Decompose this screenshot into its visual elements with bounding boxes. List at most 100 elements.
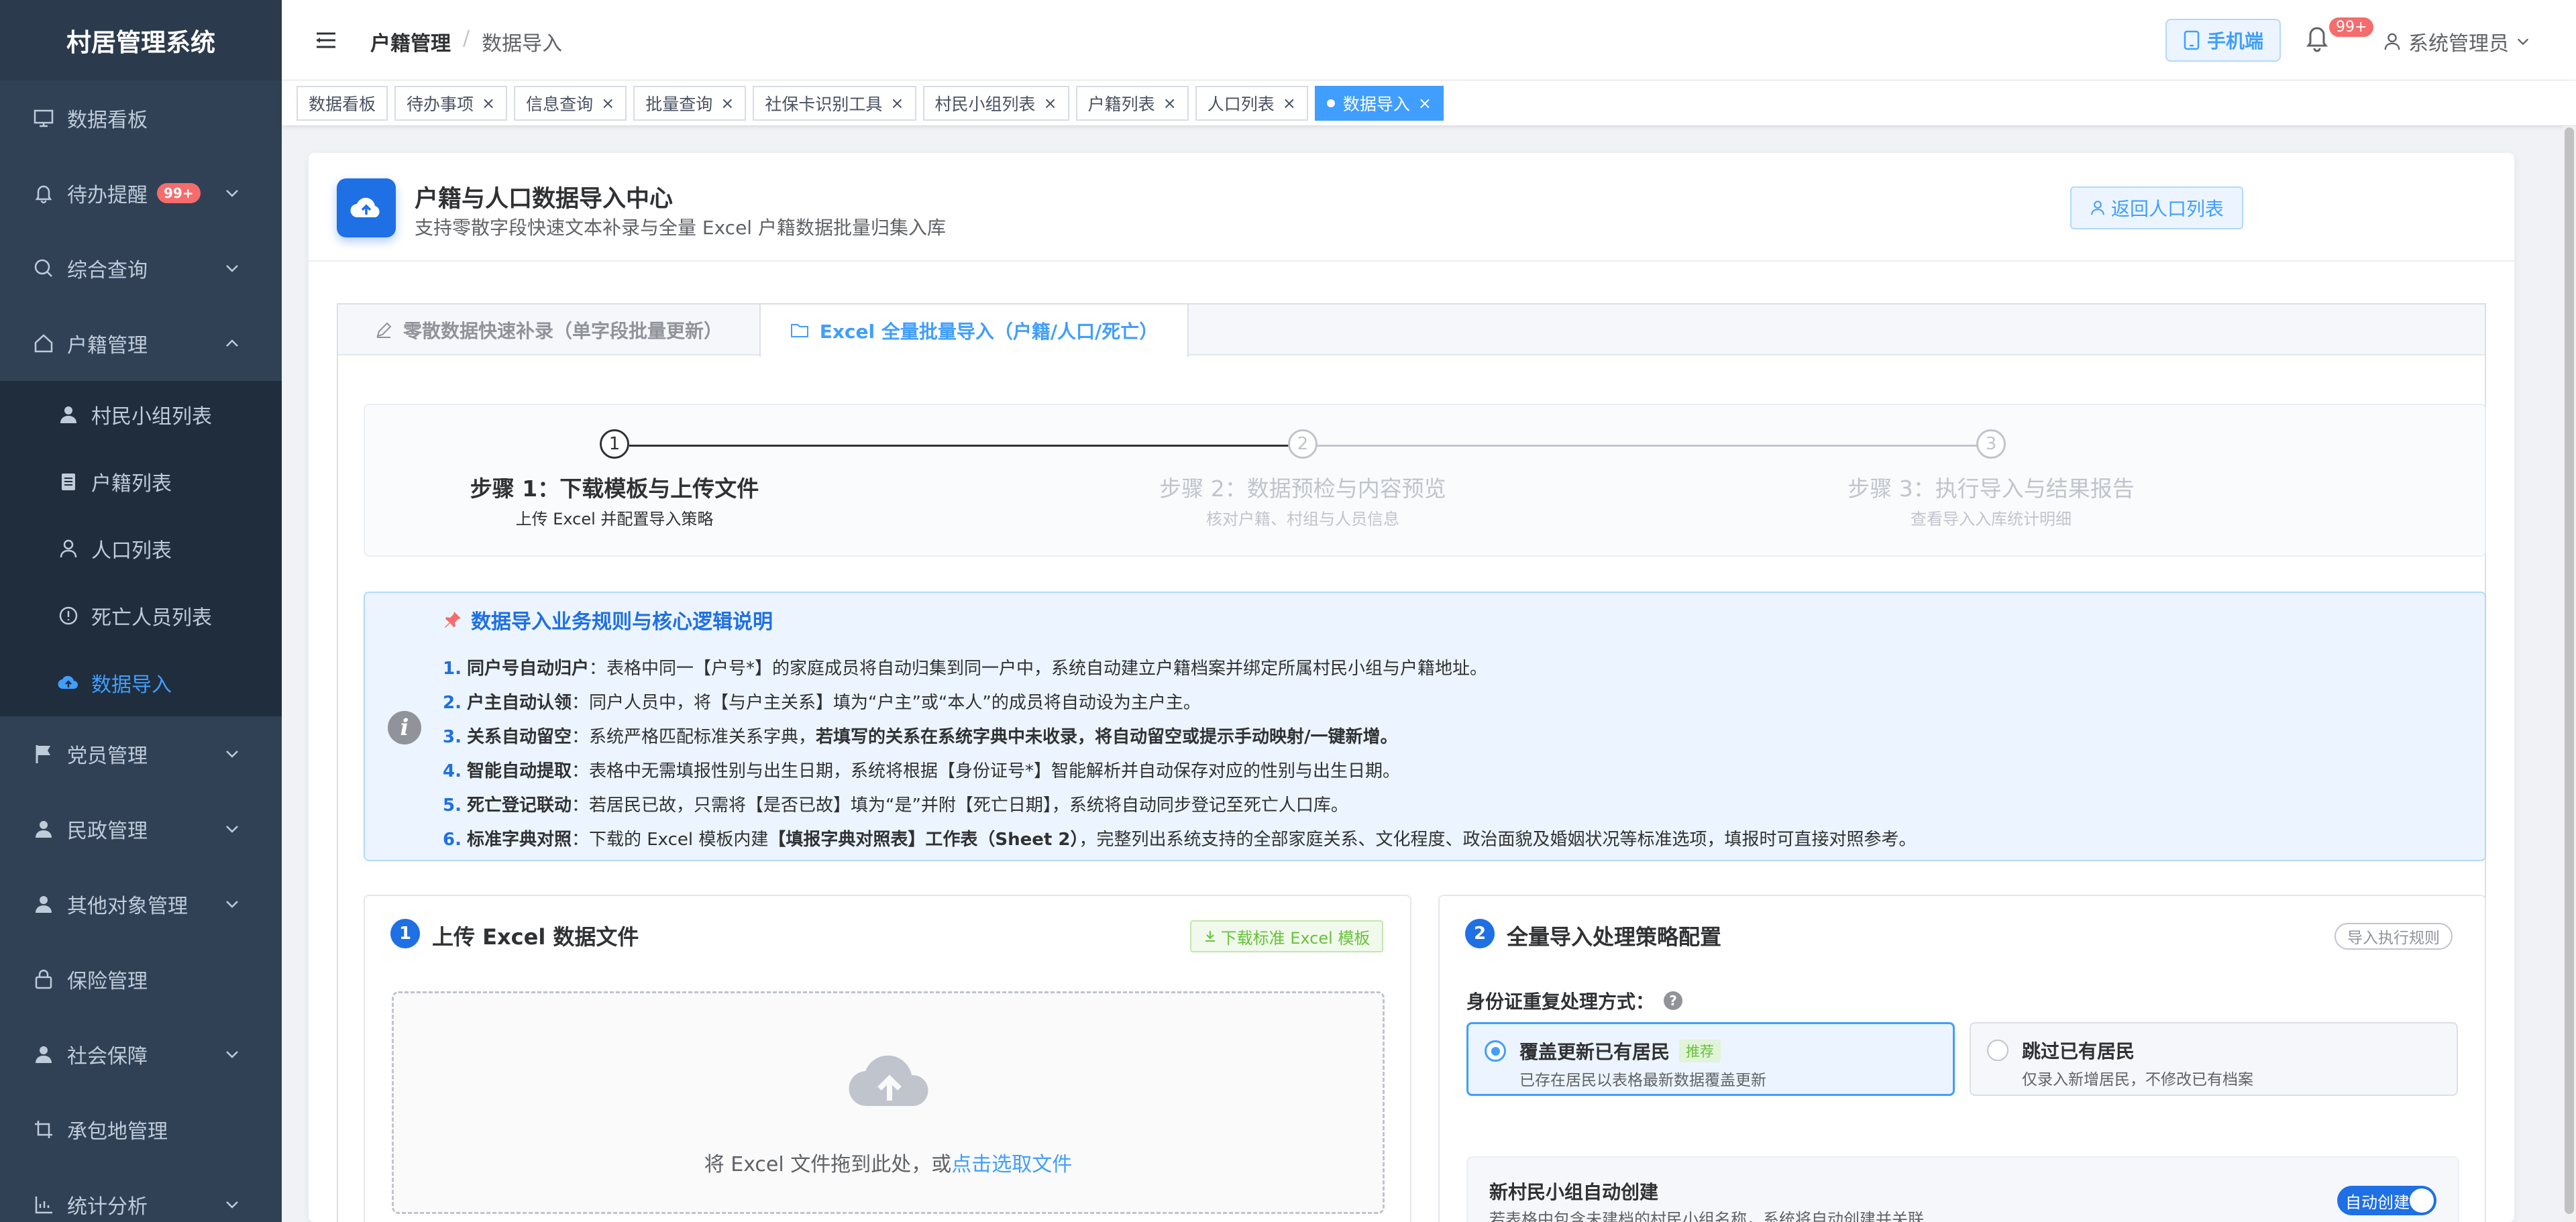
app-root: 村居管理系统 数据看板 待办提醒 99+ 综合查询 户籍管理 村民小组列表 户籍… [0,0,2576,1222]
radio-unselected[interactable] [1987,1040,2008,1061]
main-panel: 户籍与人口数据导入中心 支持零散字段快速文本补录与全量 Excel 户籍数据批量… [309,153,2514,1222]
user-outline-icon [2091,201,2104,215]
chevron-down-icon [226,826,238,833]
rule-body: ：表格中无需填报性别与出生日期，系统将根据【身份证号*】智能解析并自动保存对应的… [571,761,1400,781]
chevron-down-icon [226,265,238,272]
tag-ssc-tool[interactable]: 社保卡识别工具 × [753,86,916,121]
close-icon[interactable]: × [482,94,495,113]
close-icon[interactable]: × [601,94,614,113]
tag-batch-query[interactable]: 批量查询 × [633,86,747,121]
radio-selected[interactable] [1485,1040,1506,1062]
tag-village-groups[interactable]: 村民小组列表 × [922,86,1069,121]
sidebar-item-other-objects[interactable]: 其他对象管理 [0,867,282,942]
menu-toggle-icon[interactable] [314,28,338,52]
import-tabs: 零散数据快速补录（单字段批量更新） Excel 全量批量导入（户籍/人口/死亡）… [337,303,2486,1222]
sidebar-item-party[interactable]: 党员管理 [0,716,282,791]
help-icon[interactable]: ? [1664,991,1683,1010]
tag-population-list[interactable]: 人口列表 × [1195,86,1308,121]
tag-label: 信息查询 [526,95,594,114]
import-rules-alert: i 数据导入业务规则与核心逻辑说明 1. 同户号自动归户：表格中同一【户号*】的家… [364,592,2486,861]
duplicate-id-label-text: 身份证重复处理方式： [1466,991,1655,1013]
rule-item: 5. 死亡登记联动：若居民已故，只需将【是否已故】填为“是”并附【死亡日期】，系统… [443,791,1348,816]
sidebar-item-social-security[interactable]: 社会保障 [0,1017,282,1092]
rule-number: 6. [443,830,462,850]
tag-label: 数据导入 [1342,95,1410,114]
auto-create-switch[interactable]: 自动创建 [2337,1186,2436,1215]
page-scrollbar-thumb[interactable] [2565,127,2574,1214]
sidebar-subitem-deceased-list[interactable]: 死亡人员列表 [0,582,282,649]
tag-household-list[interactable]: 户籍列表 × [1075,86,1189,121]
close-icon[interactable]: × [890,94,904,113]
breadcrumb-item-current: 数据导入 [482,32,563,56]
chart-icon [32,1193,55,1216]
sidebar-subitem-label: 村民小组列表 [91,405,212,429]
sidebar-item-todo[interactable]: 待办提醒 99+ [0,156,282,231]
tab-quick-supplement[interactable]: 零散数据快速补录（单字段批量更新） [338,304,759,355]
close-icon[interactable]: × [1418,94,1432,113]
sidebar-item-contract-land[interactable]: 承包地管理 [0,1092,282,1167]
sidebar-item-label: 待办提醒 [67,184,148,207]
sidebar-item-label: 社会保障 [67,1045,148,1068]
strategy-card: 2 全量导入处理策略配置 导入执行规则 身份证重复处理方式： ? 覆盖更新已有居… [1438,895,2486,1222]
rule-item: 6. 标准字典对照：下载的 Excel 模板内建【填报字典对照表】工作表（Shee… [443,826,1916,850]
option-title: 跳过已有居民 [2022,1037,2135,1064]
tag-dashboard[interactable]: 数据看板 [297,86,388,121]
back-to-population-button[interactable]: 返回人口列表 [2070,186,2243,229]
rule-body: ：系统严格匹配标准关系字典， [571,727,816,747]
user-menu[interactable]: 系统管理员 [2383,27,2530,56]
sidebar-item-label: 数据看板 [67,109,148,132]
sidebar-subitem-household-list[interactable]: 户籍列表 [0,448,282,515]
sidebar-subitem-population-list[interactable]: 人口列表 [0,515,282,582]
page-title: 户籍与人口数据导入中心 [415,186,674,213]
sidebar-subitem-data-import[interactable]: 数据导入 [0,649,282,716]
rule-item: 1. 同户号自动归户：表格中同一【户号*】的家庭成员将自动归集到同一户中，系统自动… [443,655,1487,679]
step-desc: 查看导入入库统计明细 [1911,510,2072,529]
tab-excel-import[interactable]: Excel 全量批量导入（户籍/人口/死亡） [759,304,1189,357]
rules-title-text: 数据导入业务规则与核心逻辑说明 [471,610,773,634]
sidebar-subitem-village-groups[interactable]: 村民小组列表 [0,381,282,448]
sidebar-item-query[interactable]: 综合查询 [0,231,282,306]
option-overwrite[interactable]: 覆盖更新已有居民 推荐 已存在居民以表格最新数据覆盖更新 [1466,1022,1955,1096]
search-icon [32,257,55,280]
close-icon[interactable]: × [1283,94,1296,113]
option-skip[interactable]: 跳过已有居民 仅录入新增居民，不修改已有档案 [1970,1022,2458,1096]
pushpin-icon [445,612,461,628]
sidebar-item-statistics[interactable]: 统计分析 [0,1167,282,1222]
tab-label: Excel 全量批量导入（户籍/人口/死亡） [819,321,1159,343]
sidebar-item-label: 党员管理 [67,744,148,768]
close-icon[interactable]: × [1044,94,1057,113]
file-drop-zone[interactable]: 将 Excel 文件拖到此处，或点击选取文件 [392,991,1385,1214]
mobile-button[interactable]: 手机端 [2165,19,2281,62]
close-icon[interactable]: × [720,94,734,113]
step-number: 1 [600,429,629,459]
import-rules-button[interactable]: 导入执行规则 [2334,923,2453,950]
option-title-text: 覆盖更新已有居民 [1519,1041,1670,1063]
tag-info-query[interactable]: 信息查询 × [514,86,627,121]
tag-label: 社保卡识别工具 [765,95,883,114]
import-steps: 1 步骤 1：下载模板与上传文件 上传 Excel 并配置导入策略 2 步骤 2… [364,404,2486,557]
rule-body: ：若居民已故，只需将【是否已故】填为“是”并附【死亡日期】，系统将自动同步登记至… [571,795,1348,816]
chevron-up-icon [226,339,238,347]
download-template-button[interactable]: 下载标准 Excel 模板 [1190,920,1383,952]
sidebar-item-household[interactable]: 户籍管理 [0,306,282,381]
sidebar-item-insurance[interactable]: 保险管理 [0,942,282,1017]
rule-item: 3. 关系自动留空：系统严格匹配标准关系字典，若填写的关系在系统字典中未收录，将自… [443,723,1398,748]
drop-text: 将 Excel 文件拖到此处，或点击选取文件 [394,1148,1383,1177]
notification-bell-icon[interactable] [2304,23,2330,52]
sidebar-item-dashboard[interactable]: 数据看板 [0,80,282,156]
sidebar-item-civil[interactable]: 民政管理 [0,791,282,867]
tag-data-import[interactable]: 数据导入 × [1314,86,1444,121]
close-icon[interactable]: × [1163,94,1177,113]
sidebar-item-label: 承包地管理 [67,1120,168,1144]
chevron-down-icon [226,190,238,197]
breadcrumb: 户籍管理 / 数据导入 [370,27,562,56]
drop-instruction: 将 Excel 文件拖到此处，或 [704,1153,952,1176]
section-number: 2 [1465,919,1495,948]
select-file-link[interactable]: 点击选取文件 [951,1153,1072,1176]
sidebar-item-label: 保险管理 [67,970,148,993]
option-title-text: 跳过已有居民 [2022,1040,2135,1062]
sidebar-item-label: 户籍管理 [67,334,148,357]
tag-todo[interactable]: 待办事项 × [394,86,508,121]
edit-icon [376,322,392,338]
breadcrumb-item-household[interactable]: 户籍管理 [370,27,451,56]
